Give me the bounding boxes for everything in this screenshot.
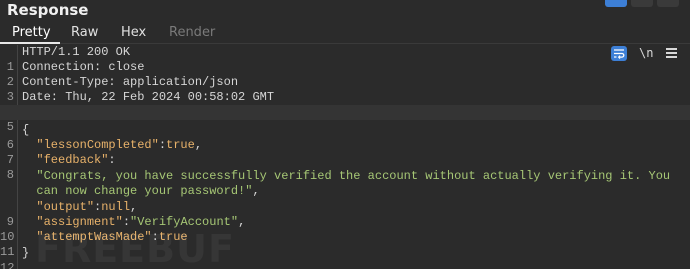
panel-title: Response — [7, 1, 89, 19]
json-key: "output" — [36, 200, 95, 214]
json-string: "Congrats, you have successfully verifie… — [36, 169, 671, 183]
code-line: 1 HTTP/1.1 200 OK — [0, 45, 690, 74]
tab-raw[interactable]: Raw — [71, 25, 98, 40]
code-line: 7 "lessonCompleted":true, — [0, 138, 690, 167]
code-line: 8 "feedback": — [0, 153, 690, 182]
json-value: true — [166, 138, 195, 152]
line-text: can now change your password!", — [36, 184, 260, 198]
code-line: 6 { — [0, 123, 690, 152]
line-text: "feedback": — [36, 153, 116, 167]
code-line: 3 Content-Type: application/json — [0, 75, 690, 104]
tab-render[interactable]: Render — [169, 25, 215, 40]
code-line: 9 "output":null, — [0, 200, 690, 229]
line-text: "output":null, — [36, 200, 138, 214]
layout-vertical-view-button[interactable] — [657, 0, 679, 7]
json-string: can now change your password!" — [36, 184, 253, 198]
line-number: 12 — [0, 261, 15, 269]
response-header: Response — [0, 0, 690, 21]
line-text: Date: Thu, 22 Feb 2024 00:58:02 GMT — [22, 90, 275, 104]
json-key: "feedback" — [36, 153, 109, 167]
layout-split-view-button[interactable] — [605, 0, 627, 7]
line-text: HTTP/1.1 200 OK — [22, 45, 131, 59]
response-tab-bar: Pretty Raw Hex Render \n — [0, 22, 690, 61]
code-line-wrapped: "Congrats, you have successfully verifie… — [0, 169, 690, 184]
line-text: Connection: close — [22, 60, 145, 74]
watermark-logo: FREEBUF — [35, 227, 235, 269]
tab-pretty[interactable]: Pretty — [12, 25, 51, 40]
line-text: "lessonCompleted":true, — [36, 138, 203, 152]
code-line-current: 5 — [0, 105, 690, 134]
tab-hex[interactable]: Hex — [121, 25, 146, 40]
code-line-wrapped: can now change your password!", — [0, 184, 690, 199]
layout-horizontal-view-button[interactable] — [631, 0, 653, 7]
line-text: Content-Type: application/json — [22, 75, 239, 89]
line-text: "Congrats, you have successfully verifie… — [22, 169, 670, 184]
active-tab-indicator — [0, 42, 60, 44]
line-text: } — [22, 246, 30, 260]
code-line: 2 Connection: close — [0, 60, 690, 89]
json-value: null — [101, 200, 131, 214]
code-line: 4 Date: Thu, 22 Feb 2024 00:58:02 GMT — [0, 90, 690, 119]
json-key: "lessonCompleted" — [36, 138, 159, 152]
line-text: { — [22, 123, 30, 137]
